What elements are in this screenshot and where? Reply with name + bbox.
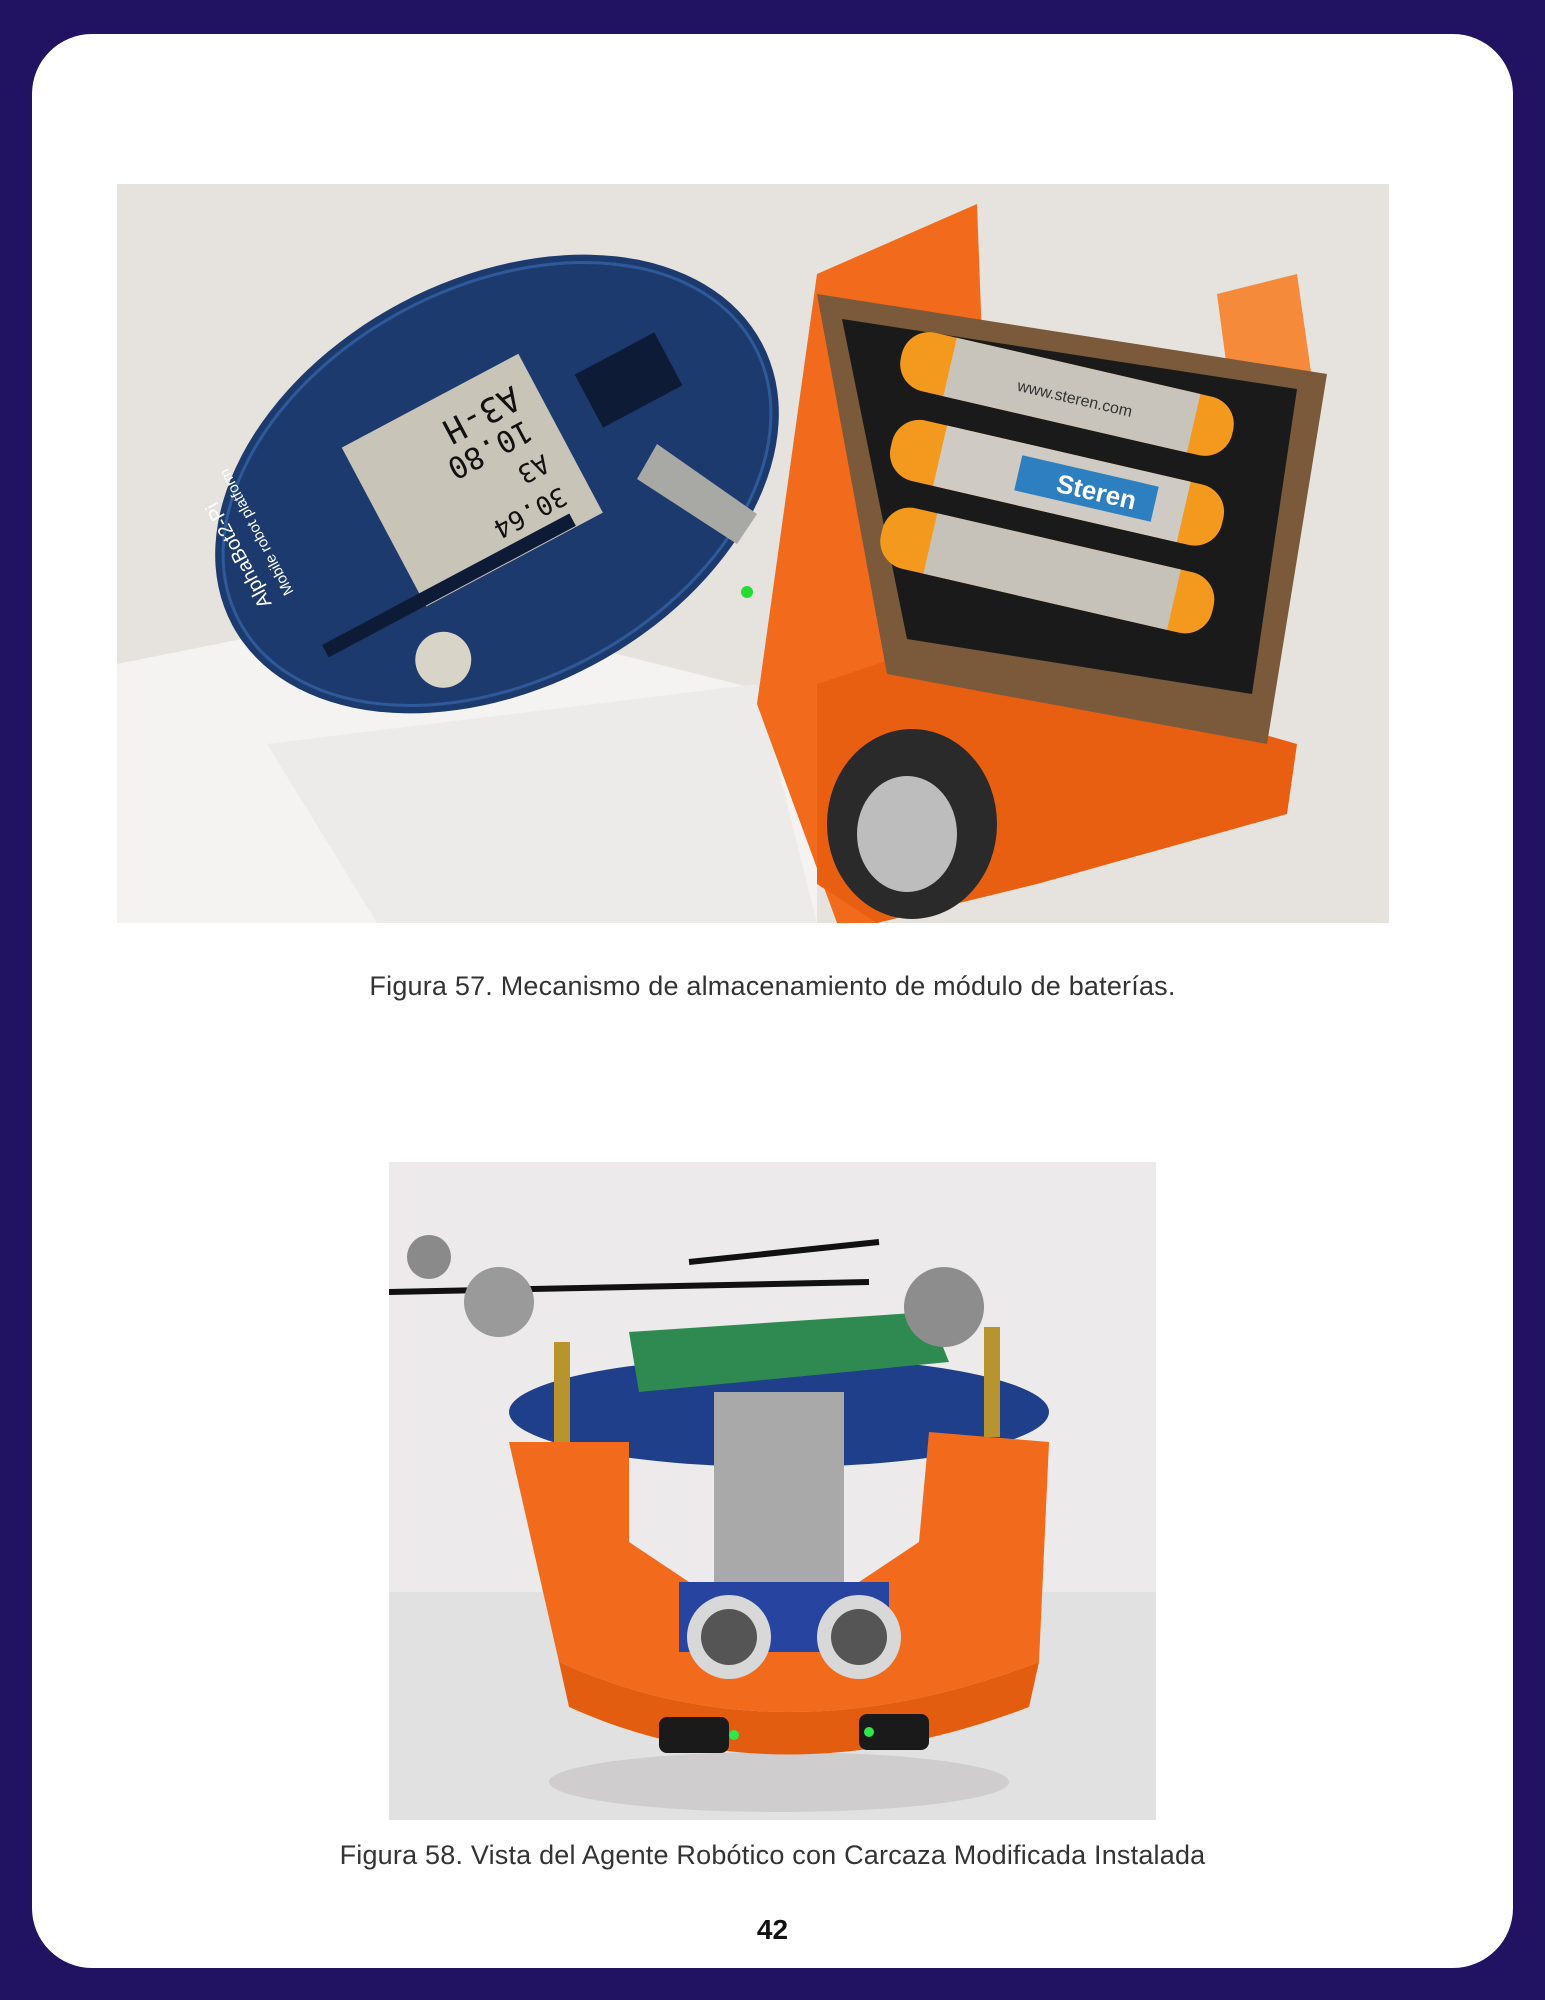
- document-page: A3-H 10.80 A3 30.64 AlphaBot2-Pi Mobile …: [32, 34, 1513, 1968]
- figure-58-caption: Figura 58. Vista del Agente Robótico con…: [339, 1840, 1206, 1870]
- figure-58-photo: [389, 1162, 1156, 1820]
- figure-57-photo: A3-H 10.80 A3 30.64 AlphaBot2-Pi Mobile …: [117, 184, 1389, 923]
- figure-57-caption: Figura 57. Mecanismo de almacenamiento d…: [369, 971, 1176, 1001]
- page-number: 42: [756, 1914, 789, 1945]
